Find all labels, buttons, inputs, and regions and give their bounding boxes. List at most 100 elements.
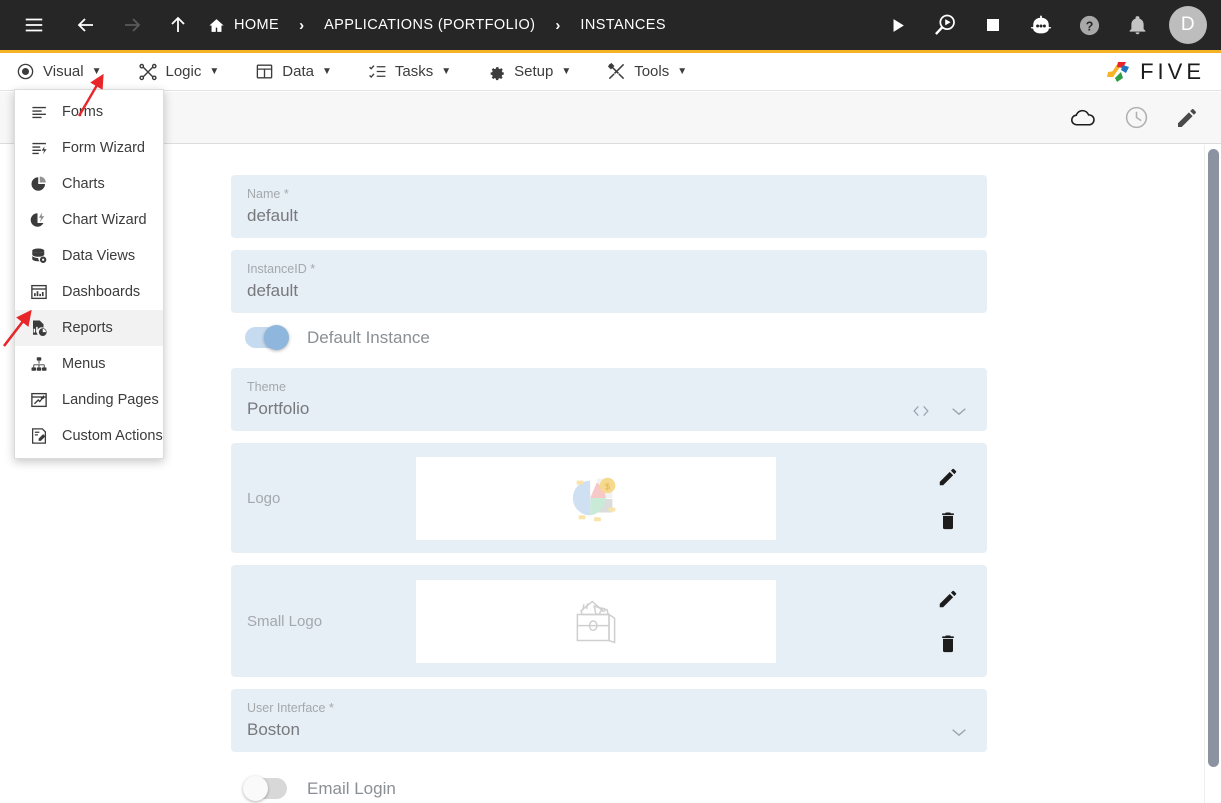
dropdown-item-landing-pages[interactable]: Landing Pages [15, 382, 163, 418]
menu-item-visual[interactable]: Visual ▼ [16, 62, 102, 81]
dropdown-item-menus[interactable]: Menus [15, 346, 163, 382]
run-icon[interactable] [877, 5, 917, 45]
scrollbar-thumb[interactable] [1208, 149, 1219, 767]
chevron-down-icon: ▼ [209, 66, 220, 77]
field-value: default [247, 206, 299, 225]
menu-item-data[interactable]: Data ▼ [255, 62, 332, 81]
home-icon [208, 17, 225, 34]
menu-item-label: Tasks [394, 63, 434, 80]
breadcrumb-item-applications[interactable]: APPLICATIONS (PORTFOLIO) [324, 17, 535, 33]
dropdown-item-custom-actions[interactable]: Custom Actions [15, 418, 163, 454]
field-label: Small Logo [247, 612, 323, 630]
field-logo[interactable]: Logo $ [231, 443, 987, 553]
chevron-down-icon: ▼ [677, 66, 688, 77]
trash-icon[interactable] [938, 632, 958, 654]
chevron-down-icon[interactable] [949, 403, 969, 419]
edit-pencil-icon[interactable] [1175, 106, 1199, 130]
arrow-right-icon[interactable] [112, 5, 152, 45]
menu-item-label: Setup [514, 63, 554, 80]
cloud-icon[interactable] [1069, 107, 1098, 129]
dropdown-item-label: Reports [62, 320, 113, 336]
gear-icon [487, 62, 506, 81]
field-label: Name * [247, 187, 289, 201]
dropdown-item-form-wizard[interactable]: Form Wizard [15, 130, 163, 166]
field-instanceid[interactable]: InstanceID * default [231, 250, 987, 313]
dropdown-item-label: Forms [62, 104, 104, 120]
field-actions [911, 403, 969, 419]
toggle-knob [243, 776, 268, 801]
debug-icon[interactable] [925, 5, 965, 45]
brand-text: FIVE [1140, 58, 1205, 84]
field-value: Boston [247, 720, 300, 739]
default-instance-toggle[interactable] [245, 325, 289, 350]
arrow-left-icon[interactable] [66, 5, 106, 45]
menu-item-label: Logic [165, 63, 202, 80]
trash-icon[interactable] [938, 509, 958, 531]
arrow-up-icon[interactable] [158, 5, 198, 45]
table-icon [255, 62, 274, 81]
small-logo-preview[interactable] [416, 579, 776, 663]
avatar[interactable]: D [1169, 6, 1207, 44]
email-login-toggle[interactable] [243, 776, 287, 801]
breadcrumb-item-instances[interactable]: INSTANCES [580, 17, 666, 33]
field-label: Logo [247, 489, 281, 507]
forms-icon [29, 104, 49, 121]
top-bar-left: HOME › APPLICATIONS (PORTFOLIO) › INSTAN… [14, 5, 666, 45]
menu-item-setup[interactable]: Setup ▼ [487, 62, 571, 81]
chevron-down-icon: ▼ [441, 66, 452, 77]
brand-logo: FIVE [1104, 59, 1205, 85]
portfolio-pie-logo-image: $ [572, 477, 616, 522]
menu-item-logic[interactable]: Logic ▼ [138, 62, 220, 82]
chart-wizard-icon [29, 211, 49, 229]
field-user-interface[interactable]: User Interface * Boston [231, 689, 987, 752]
dropdown-item-label: Charts [62, 176, 105, 192]
breadcrumb-separator: › [555, 16, 561, 34]
dropdown-item-label: Custom Actions [62, 428, 163, 444]
dropdown-item-label: Chart Wizard [62, 212, 147, 228]
visual-dropdown-menu: Forms Form Wizard Charts Chart Wizard Da… [14, 89, 164, 459]
svg-text:$: $ [605, 481, 610, 491]
charts-icon [29, 175, 49, 193]
menu-item-label: Tools [634, 63, 670, 80]
field-value: default [247, 281, 299, 300]
field-theme[interactable]: Theme Portfolio [231, 368, 987, 431]
vertical-scrollbar[interactable] [1204, 145, 1221, 803]
dropdown-item-label: Landing Pages [62, 392, 159, 408]
default-instance-row: Default Instance [245, 325, 987, 350]
reports-icon [29, 319, 49, 337]
dropdown-item-label: Menus [62, 356, 106, 372]
logo-preview[interactable]: $ [416, 456, 776, 540]
breadcrumb-label: INSTANCES [580, 17, 666, 33]
code-brackets-icon[interactable] [911, 403, 931, 419]
edit-pencil-icon[interactable] [937, 588, 959, 610]
field-actions [949, 724, 969, 740]
menu-item-tools[interactable]: Tools ▼ [607, 62, 687, 81]
data-views-icon [29, 247, 49, 265]
svg-text:?: ? [1085, 19, 1093, 33]
stop-icon[interactable] [973, 5, 1013, 45]
top-bar: HOME › APPLICATIONS (PORTFOLIO) › INSTAN… [0, 0, 1221, 50]
dropdown-item-chart-wizard[interactable]: Chart Wizard [15, 202, 163, 238]
tasks-icon [368, 62, 387, 81]
dropdown-item-data-views[interactable]: Data Views [15, 238, 163, 274]
field-name[interactable]: Name * default [231, 175, 987, 238]
chevron-down-icon: ▼ [91, 66, 102, 77]
dashboards-icon [29, 283, 49, 301]
dropdown-item-reports[interactable]: Reports [15, 310, 163, 346]
chevron-down-icon[interactable] [949, 724, 969, 740]
field-small-logo[interactable]: Small Logo [231, 565, 987, 677]
dropdown-item-dashboards[interactable]: Dashboards [15, 274, 163, 310]
bot-icon[interactable] [1021, 5, 1061, 45]
default-instance-label: Default Instance [307, 327, 430, 347]
history-clock-icon[interactable] [1124, 105, 1149, 130]
help-icon[interactable]: ? [1069, 5, 1109, 45]
breadcrumb-label: HOME [234, 17, 280, 33]
notifications-icon[interactable] [1117, 5, 1157, 45]
dropdown-item-forms[interactable]: Forms [15, 94, 163, 130]
hamburger-icon[interactable] [14, 5, 54, 45]
eye-icon [16, 62, 35, 81]
menu-item-tasks[interactable]: Tasks ▼ [368, 62, 451, 81]
edit-pencil-icon[interactable] [937, 466, 959, 488]
dropdown-item-charts[interactable]: Charts [15, 166, 163, 202]
breadcrumb-item-home[interactable]: HOME [208, 17, 279, 34]
